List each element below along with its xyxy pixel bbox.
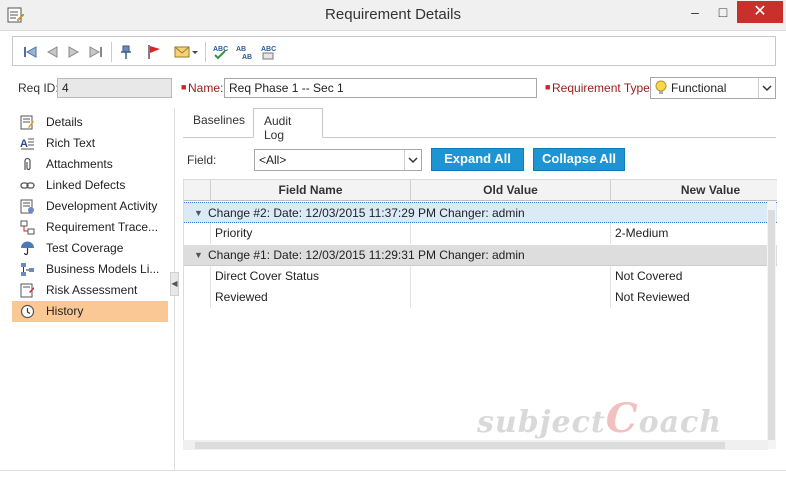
tab-audit-log[interactable]: Audit Log xyxy=(253,108,323,142)
first-record-icon[interactable] xyxy=(21,43,39,61)
thesaurus-icon[interactable]: AB AB xyxy=(235,43,253,61)
chevron-down-icon xyxy=(762,85,772,92)
sidebar-item-details[interactable]: Details xyxy=(12,112,168,133)
title-bar: Requirement Details – □ ✕ xyxy=(0,0,786,31)
name-field[interactable]: Req Phase 1 -- Sec 1 xyxy=(224,78,537,98)
column-header-old-value[interactable]: Old Value xyxy=(410,180,610,201)
toolbar: ABC AB AB ABC xyxy=(12,36,776,66)
table-row[interactable]: Priority 2-Medium xyxy=(184,223,777,244)
name-label: Name: xyxy=(188,81,224,95)
svg-text:ABC: ABC xyxy=(261,46,276,53)
window-bottom-border xyxy=(0,470,786,471)
link-icon xyxy=(20,182,35,189)
svg-text:AB: AB xyxy=(242,54,252,61)
collapse-group-icon[interactable]: ▼ xyxy=(194,203,203,223)
send-mail-icon[interactable] xyxy=(173,43,191,61)
cell-old-value xyxy=(410,266,610,287)
sidebar-item-development-activity[interactable]: Development Activity xyxy=(12,196,168,217)
collapse-sidebar-icon[interactable]: ◀ xyxy=(170,272,179,296)
cell-field-name: Reviewed xyxy=(210,287,410,308)
collapse-group-icon[interactable]: ▼ xyxy=(194,245,203,265)
cell-field-name: Direct Cover Status xyxy=(210,266,410,287)
field-filter-select[interactable]: <All> xyxy=(254,149,422,171)
details-icon xyxy=(20,115,34,130)
column-header-new-value[interactable]: New Value xyxy=(610,180,786,201)
previous-record-icon[interactable] xyxy=(43,43,61,61)
cell-new-value: Not Covered xyxy=(610,266,770,287)
sidebar-item-risk-assessment[interactable]: Risk Assessment xyxy=(12,280,168,301)
close-button[interactable]: ✕ xyxy=(737,1,783,23)
cell-new-value: Not Reviewed xyxy=(610,287,770,308)
dropdown-arrow[interactable] xyxy=(404,150,421,170)
req-id-field: 4 xyxy=(57,78,172,98)
trace-icon xyxy=(20,220,35,235)
requirement-type-label: Requirement Type: xyxy=(552,81,654,95)
umbrella-icon xyxy=(21,241,34,256)
req-id-label: Req ID: xyxy=(18,81,59,95)
change-group-row[interactable]: ▼ Change #1: Date: 12/03/2015 11:29:31 P… xyxy=(184,245,777,266)
grid-header-spacer xyxy=(184,180,210,201)
window-title: Requirement Details xyxy=(325,6,461,23)
svg-text:A: A xyxy=(20,138,28,150)
next-record-icon[interactable] xyxy=(65,43,83,61)
required-marker-icon: ■ xyxy=(181,82,187,92)
table-row[interactable]: Direct Cover Status Not Covered xyxy=(184,266,777,287)
collapse-all-button[interactable]: Collapse All xyxy=(533,148,625,171)
tab-baselines[interactable]: Baselines xyxy=(183,108,254,138)
history-icon xyxy=(20,304,35,319)
tab-bar: Baselines Audit Log xyxy=(183,108,776,142)
dropdown-arrow[interactable] xyxy=(758,78,775,98)
spelling-options-icon[interactable]: ABC xyxy=(259,43,277,61)
chevron-down-icon[interactable] xyxy=(191,43,199,61)
field-filter-row: Field: <All> Expand All Collapse All xyxy=(183,148,783,172)
required-marker-icon: ■ xyxy=(545,82,551,92)
svg-text:ABC: ABC xyxy=(213,46,228,53)
sidebar-item-history[interactable]: History xyxy=(12,301,168,322)
risk-icon xyxy=(20,283,34,298)
watermark-logo: subjectCoach xyxy=(477,395,723,442)
sidebar-item-attachments[interactable]: Attachments xyxy=(12,154,168,175)
spell-check-icon[interactable]: ABC xyxy=(211,43,229,61)
sidebar-item-test-coverage[interactable]: Test Coverage xyxy=(12,238,168,259)
field-filter-value: <All> xyxy=(259,153,287,167)
header-fields: Req ID: 4 ■ Name: Req Phase 1 -- Sec 1 ■… xyxy=(0,74,786,100)
cell-field-name: Priority xyxy=(210,223,410,244)
field-filter-label: Field: xyxy=(187,153,217,167)
maximize-button[interactable]: □ xyxy=(710,3,736,23)
sidebar-item-rich-text[interactable]: A Rich Text xyxy=(12,133,168,154)
last-record-icon[interactable] xyxy=(87,43,105,61)
column-header-field-name[interactable]: Field Name xyxy=(210,180,410,201)
flag-icon[interactable] xyxy=(145,43,163,61)
pin-icon[interactable] xyxy=(117,43,135,61)
rich-text-icon: A xyxy=(20,138,34,150)
sidebar: Details A Rich Text Attachments Linked D… xyxy=(12,112,172,327)
vertical-scrollbar-thumb[interactable] xyxy=(768,210,775,440)
lightbulb-icon xyxy=(655,80,667,94)
horizontal-scrollbar-thumb[interactable] xyxy=(195,442,725,449)
sidebar-item-business-models[interactable]: Business Models Li... xyxy=(12,259,168,280)
sidebar-item-linked-defects[interactable]: Linked Defects xyxy=(12,175,168,196)
requirement-type-value: Functional xyxy=(671,81,727,95)
svg-text:AB: AB xyxy=(236,46,246,53)
table-row[interactable]: Reviewed Not Reviewed xyxy=(184,287,777,308)
paperclip-icon xyxy=(24,157,31,171)
cell-old-value xyxy=(410,223,610,244)
change-group-row[interactable]: ▼ Change #2: Date: 12/03/2015 11:37:29 P… xyxy=(184,202,777,223)
minimize-button[interactable]: – xyxy=(682,3,708,23)
chevron-down-icon xyxy=(408,157,418,164)
toolbar-separator xyxy=(205,42,206,62)
grid-header: Field Name Old Value New Value xyxy=(184,179,777,201)
toolbar-separator xyxy=(111,42,112,62)
development-icon xyxy=(20,199,34,214)
requirement-type-select[interactable]: Functional xyxy=(650,77,776,99)
cell-new-value: 2-Medium xyxy=(610,223,770,244)
business-model-icon xyxy=(21,263,34,276)
sidebar-item-requirement-traceability[interactable]: Requirement Trace... xyxy=(12,217,168,238)
cell-old-value xyxy=(410,287,610,308)
expand-all-button[interactable]: Expand All xyxy=(431,148,524,171)
